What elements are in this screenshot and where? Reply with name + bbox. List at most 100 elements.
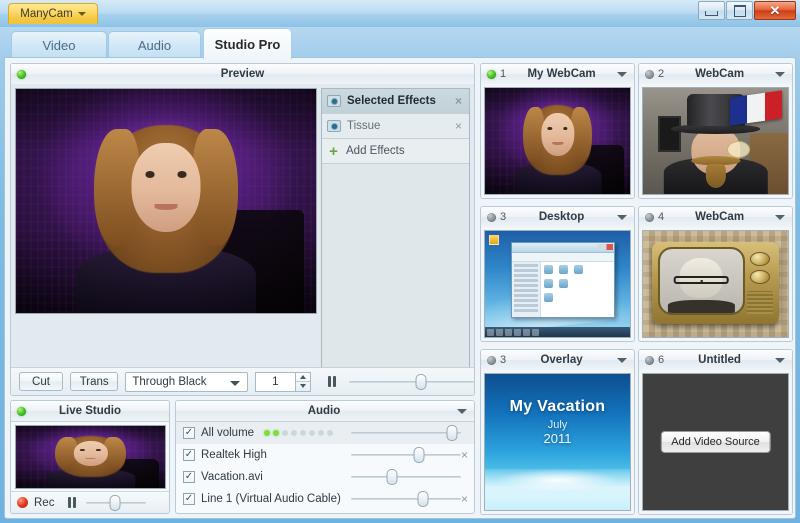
chevron-down-icon[interactable] — [775, 214, 785, 220]
minimize-button[interactable] — [698, 1, 725, 20]
slider-track — [351, 476, 461, 478]
close-button[interactable]: ✕ — [754, 1, 796, 20]
eye-icon[interactable] — [327, 95, 341, 107]
add-effects-button[interactable]: + Add Effects — [322, 139, 469, 164]
source-title: Untitled — [698, 354, 741, 366]
slider-knob[interactable] — [417, 491, 428, 507]
source-3-header: 3 Desktop — [481, 207, 634, 228]
preview-speed-slider[interactable] — [348, 373, 474, 390]
video-vignette — [16, 89, 316, 313]
source-1-video[interactable] — [484, 87, 631, 195]
chevron-down-icon[interactable] — [617, 71, 627, 77]
transition-select[interactable]: Through Black — [125, 371, 248, 392]
record-icon[interactable] — [17, 497, 28, 508]
eye-icon[interactable] — [327, 120, 341, 132]
record-button-label[interactable]: Rec — [34, 497, 54, 509]
close-icon[interactable]: × — [452, 95, 465, 107]
effects-list-header: Selected Effects × — [322, 89, 469, 114]
explorer-sidebar — [512, 261, 541, 317]
slider-knob[interactable] — [413, 447, 425, 463]
slider-knob[interactable] — [415, 373, 427, 390]
slider-knob[interactable] — [109, 494, 121, 511]
audio-panel: Audio All volume Realtek High — [175, 400, 475, 514]
slider-track — [351, 454, 461, 456]
source-4-video[interactable] — [642, 230, 789, 338]
audio-row-label: Realtek High — [201, 449, 267, 461]
source-title: Desktop — [538, 211, 585, 223]
slider-knob[interactable] — [446, 425, 458, 441]
effect-item-label: Tissue — [347, 120, 381, 132]
source-panel-5: 3 Overlay My Vacation July 2011 — [480, 349, 635, 515]
close-icon[interactable]: × — [461, 449, 468, 461]
spin-up-button[interactable] — [295, 373, 310, 382]
source-2-video[interactable] — [642, 87, 789, 195]
close-icon: ✕ — [769, 3, 781, 18]
preview-panel: Preview Selected Effects × Tissue × + Ad… — [10, 63, 475, 396]
audio-row-line1[interactable]: Line 1 (Virtual Audio Cable) × — [176, 488, 474, 510]
live-studio-slider[interactable] — [86, 494, 147, 511]
source-title: WebCam — [695, 211, 745, 223]
source-2-header: 2 WebCam — [639, 64, 792, 85]
audio-checkbox[interactable] — [183, 449, 195, 461]
live-studio-title: Live Studio — [59, 405, 121, 417]
chevron-down-icon[interactable] — [457, 408, 467, 414]
close-icon[interactable]: × — [452, 120, 465, 132]
overlay-month: July — [547, 419, 568, 432]
source-4-body — [639, 227, 792, 341]
audio-volume-slider[interactable] — [351, 491, 461, 507]
audio-checkbox[interactable] — [183, 471, 195, 483]
duration-stepper[interactable]: 1 — [254, 371, 311, 392]
audio-checkbox[interactable] — [183, 493, 195, 505]
audio-title: Audio — [307, 405, 341, 417]
source-3-video[interactable] — [484, 230, 631, 338]
tab-studio-pro[interactable]: Studio Pro — [203, 28, 292, 59]
pause-button[interactable] — [327, 376, 336, 387]
trans-button[interactable]: Trans — [70, 372, 119, 391]
audio-row-label: All volume — [201, 427, 255, 439]
slider-track — [351, 498, 461, 500]
explorer-window — [511, 241, 616, 318]
preview-video[interactable] — [15, 88, 317, 314]
audio-row-vacation[interactable]: Vacation.avi — [176, 466, 474, 488]
overlay-title: My Vacation — [509, 398, 606, 416]
transition-select-value: Through Black — [132, 375, 207, 388]
source-5-video[interactable]: My Vacation July 2011 — [484, 373, 631, 511]
duration-spin-buttons[interactable] — [294, 371, 311, 392]
audio-volume-slider[interactable] — [351, 469, 461, 485]
audio-row-realtek[interactable]: Realtek High × — [176, 444, 474, 466]
effect-item-tissue[interactable]: Tissue × — [322, 114, 469, 139]
slider-knob[interactable] — [386, 469, 398, 485]
app-window: ManyCam ✕ Video Audio Studio Pro Preview… — [0, 0, 800, 523]
retro-tv-frame — [651, 241, 780, 325]
close-icon[interactable]: × — [461, 493, 468, 505]
overlay-glow — [496, 469, 619, 491]
spin-down-button[interactable] — [296, 382, 310, 391]
chevron-down-icon[interactable] — [775, 357, 785, 363]
audio-volume-slider[interactable] — [351, 447, 461, 463]
maximize-button[interactable] — [726, 1, 753, 20]
window-controls: ✕ — [698, 1, 796, 20]
preview-toolbar: Cut Trans Through Black 1 — [11, 367, 474, 395]
audio-checkbox[interactable] — [183, 427, 195, 439]
audio-volume-slider[interactable] — [351, 425, 461, 441]
audio-row-all-volume[interactable]: All volume — [176, 422, 474, 444]
cut-button[interactable]: Cut — [19, 372, 63, 391]
add-video-source-button[interactable]: Add Video Source — [660, 431, 771, 453]
pause-button[interactable] — [68, 497, 77, 508]
status-led-icon — [645, 212, 654, 222]
live-studio-toolbar: Rec — [11, 491, 169, 513]
chevron-down-icon[interactable] — [617, 357, 627, 363]
tab-video[interactable]: Video — [11, 31, 107, 58]
trans-button-label: Trans — [79, 375, 109, 388]
duration-value[interactable]: 1 — [254, 371, 295, 392]
manycam-menu-button[interactable]: ManyCam — [8, 3, 98, 24]
source-1-body — [481, 84, 634, 198]
add-effects-label: Add Effects — [346, 145, 405, 157]
chevron-down-icon[interactable] — [775, 71, 785, 77]
tab-audio[interactable]: Audio — [108, 31, 201, 58]
chevron-down-icon[interactable] — [617, 214, 627, 220]
source-title: My WebCam — [527, 68, 596, 80]
wall-picture — [657, 115, 681, 152]
chevron-down-icon — [229, 380, 240, 386]
live-studio-video[interactable] — [15, 425, 166, 489]
